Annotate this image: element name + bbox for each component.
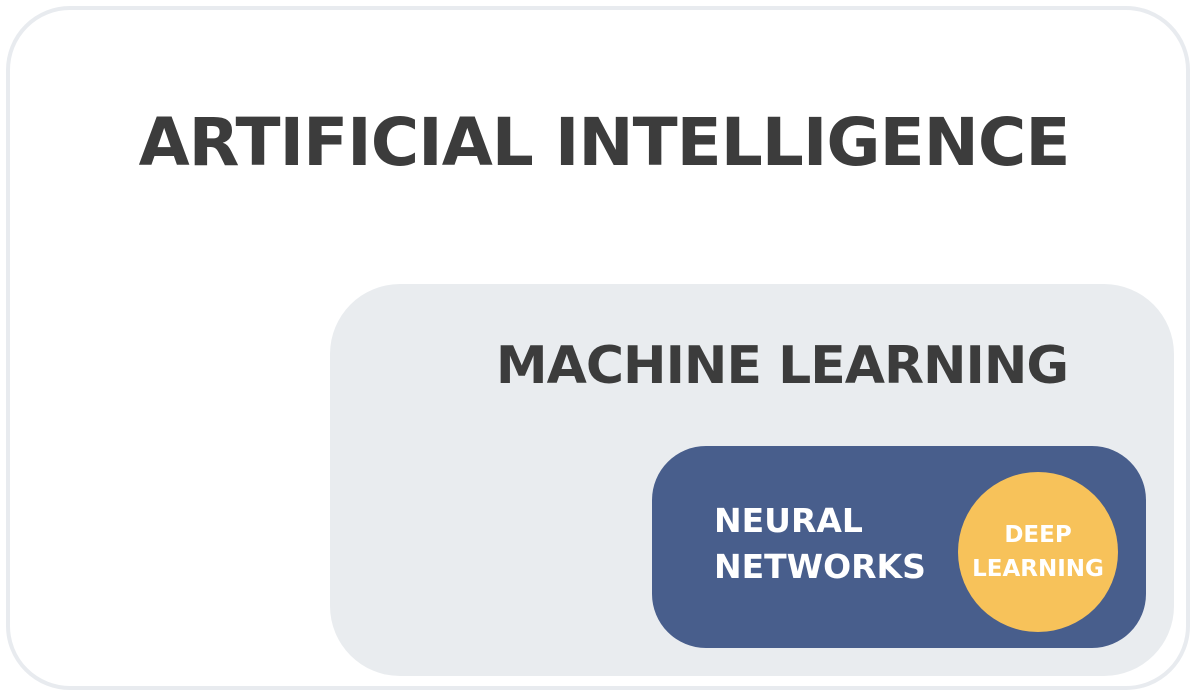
artificial-intelligence-label: ARTIFICIAL INTELLIGENCE <box>138 104 1071 181</box>
neural-networks-label: NEURAL NETWORKS <box>714 498 974 590</box>
neural-networks-label-line-2: NETWORKS <box>714 547 926 586</box>
artificial-intelligence-region: ARTIFICIAL INTELLIGENCE MACHINE LEARNING… <box>6 6 1190 690</box>
deep-learning-circle: DEEP LEARNING <box>958 472 1118 632</box>
machine-learning-label: MACHINE LEARNING <box>495 336 1069 396</box>
machine-learning-region: MACHINE LEARNING NEURAL NETWORKS DEEP LE… <box>330 284 1174 676</box>
neural-networks-label-line-1: NEURAL <box>714 501 863 540</box>
deep-learning-label-line-2: LEARNING <box>972 556 1104 582</box>
deep-learning-label-line-1: DEEP <box>1004 522 1072 548</box>
neural-networks-region: NEURAL NETWORKS DEEP LEARNING <box>652 446 1146 648</box>
